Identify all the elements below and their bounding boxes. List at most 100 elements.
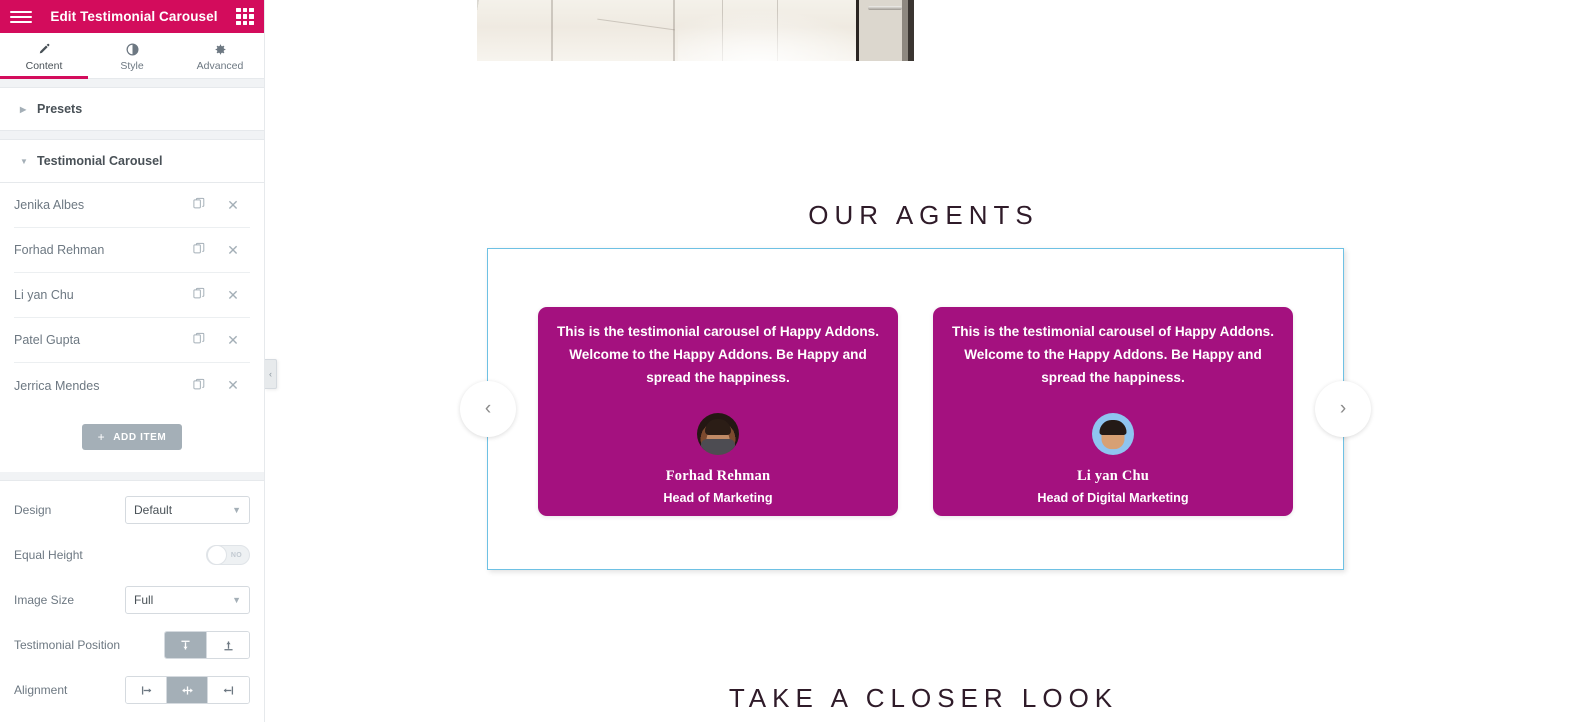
testimonial-role: Head of Marketing: [663, 491, 773, 506]
tab-advanced[interactable]: Advanced: [176, 33, 264, 78]
carousel-prev-button[interactable]: ‹: [460, 381, 516, 437]
repeater-item-title: Patel Gupta: [14, 333, 81, 347]
testimonial-card[interactable]: This is the testimonial carousel of Happ…: [933, 307, 1293, 516]
design-value: Default: [134, 503, 173, 517]
carousel-track: This is the testimonial carousel of Happ…: [538, 307, 1293, 516]
list-item[interactable]: Jenika Albes ✕: [14, 183, 250, 228]
chevron-down-icon: ▼: [232, 505, 241, 515]
avatar: [697, 413, 739, 456]
section-testimonial-carousel-label: Testimonial Carousel: [37, 154, 163, 168]
add-item-row: + ADD ITEM: [0, 408, 264, 472]
editor-panel: Edit Testimonial Carousel Content Style: [0, 0, 265, 722]
control-image-size: Image Size Full ▼: [14, 583, 250, 617]
repeater-item-title: Li yan Chu: [14, 288, 74, 302]
add-item-button[interactable]: + ADD ITEM: [81, 424, 183, 450]
tab-content-label: Content: [25, 60, 63, 72]
page-title-our-agents: OUR AGENTS: [808, 200, 1039, 230]
align-left-button[interactable]: [126, 677, 168, 703]
chevron-left-icon: ‹: [484, 398, 492, 419]
align-right-button[interactable]: [208, 677, 249, 703]
align-center-button[interactable]: [167, 677, 209, 703]
duplicate-icon[interactable]: [182, 287, 216, 303]
chevron-right-icon: ▶: [20, 104, 27, 114]
tab-content[interactable]: Content: [0, 33, 88, 79]
remove-icon[interactable]: ✕: [216, 242, 250, 259]
remove-icon[interactable]: ✕: [216, 287, 250, 304]
kitchen-hero-image: [477, 0, 914, 61]
control-alignment: Alignment: [14, 673, 250, 707]
image-size-value: Full: [134, 593, 154, 607]
align-bottom-button[interactable]: [207, 632, 249, 658]
testimonial-quote: This is the testimonial carousel of Happ…: [951, 324, 1275, 385]
equal-height-toggle[interactable]: NO: [206, 545, 250, 565]
panel-tabs: Content Style Advanced: [0, 33, 264, 79]
tab-style-label: Style: [120, 60, 144, 72]
testimonial-position-group: [164, 631, 250, 659]
image-size-label: Image Size: [14, 593, 75, 607]
testimonial-name: Li yan Chu: [1076, 468, 1150, 485]
vertical-scrollbar[interactable]: [1575, 0, 1582, 722]
tab-style[interactable]: Style: [88, 33, 176, 78]
carousel-next-button[interactable]: ›: [1315, 381, 1371, 437]
contrast-icon: [125, 42, 139, 57]
align-top-button[interactable]: [165, 632, 207, 658]
duplicate-icon[interactable]: [182, 332, 216, 348]
alignment-group: [125, 676, 250, 704]
testimonial-quote: This is the testimonial carousel of Happ…: [556, 324, 880, 385]
preview-canvas: OUR AGENTS ‹ This is the testimonial car…: [265, 0, 1582, 722]
design-label: Design: [14, 503, 52, 517]
chevron-down-icon: ▼: [20, 156, 28, 166]
page-title-closer-look: TAKE A CLOSER LOOK: [728, 683, 1119, 713]
equal-height-label: Equal Height: [14, 548, 83, 562]
section-presets: ▶ Presets: [0, 88, 264, 131]
section-testimonial-carousel: ▼ Testimonial Carousel: [0, 140, 264, 183]
hamburger-icon[interactable]: [10, 10, 32, 23]
panel-body: ▶ Presets ▼ Testimonial Carousel Jenika …: [0, 79, 264, 722]
testimonial-role: Head of Digital Marketing: [1037, 491, 1189, 506]
repeater-list: Jenika Albes ✕ Forhad Rehman ✕ Li yan Ch…: [0, 183, 264, 408]
grid-icon[interactable]: [236, 7, 254, 26]
alignment-label: Alignment: [14, 683, 68, 697]
chevron-down-icon: ▼: [232, 595, 241, 605]
pencil-icon: [38, 42, 51, 57]
zigzag-divider: [265, 140, 1582, 158]
remove-icon[interactable]: ✕: [216, 197, 250, 214]
testimonial-name: Forhad Rehman: [665, 468, 771, 485]
testimonial-carousel-widget[interactable]: ‹ This is the testimonial carousel of Ha…: [460, 248, 1371, 570]
elementor-editor: Edit Testimonial Carousel Content Style: [0, 0, 1582, 722]
panel-title: Edit Testimonial Carousel: [50, 9, 218, 24]
gear-icon: [214, 42, 227, 57]
panel-gap-2: [0, 131, 264, 140]
testimonial-card[interactable]: This is the testimonial carousel of Happ…: [538, 307, 898, 516]
list-item[interactable]: Patel Gupta ✕: [14, 318, 250, 363]
control-testimonial-position: Testimonial Position: [14, 628, 250, 662]
list-item[interactable]: Forhad Rehman ✕: [14, 228, 250, 273]
list-item[interactable]: Li yan Chu ✕: [14, 273, 250, 318]
duplicate-icon[interactable]: [182, 242, 216, 258]
section-presets-label: Presets: [37, 102, 83, 116]
panel-gap-3: [0, 472, 264, 481]
remove-icon[interactable]: ✕: [216, 377, 250, 394]
control-design: Design Default ▼: [14, 493, 250, 527]
plus-icon: +: [97, 430, 106, 444]
panel-collapse-handle[interactable]: ‹: [265, 359, 277, 389]
chevron-right-icon: ›: [1339, 398, 1347, 419]
design-select[interactable]: Default ▼: [125, 496, 250, 524]
duplicate-icon[interactable]: [182, 197, 216, 213]
controls-group: Design Default ▼ Equal Height NO Image S…: [0, 481, 264, 722]
list-item[interactable]: Jerrica Mendes ✕: [14, 363, 250, 408]
repeater-item-title: Jerrica Mendes: [14, 378, 100, 393]
duplicate-icon[interactable]: [182, 378, 216, 394]
chevron-left-icon: ‹: [269, 369, 272, 379]
panel-gap: [0, 79, 264, 88]
remove-icon[interactable]: ✕: [216, 332, 250, 349]
top-white-section: [265, 0, 1582, 140]
section-testimonial-carousel-header[interactable]: ▼ Testimonial Carousel: [0, 140, 264, 182]
avatar: [1092, 413, 1134, 456]
image-size-select[interactable]: Full ▼: [125, 586, 250, 614]
equal-height-value: NO: [230, 551, 242, 559]
panel-header: Edit Testimonial Carousel: [0, 0, 264, 33]
section-presets-header[interactable]: ▶ Presets: [0, 88, 264, 130]
toggle-knob: [207, 545, 227, 565]
control-equal-height: Equal Height NO: [14, 538, 250, 572]
